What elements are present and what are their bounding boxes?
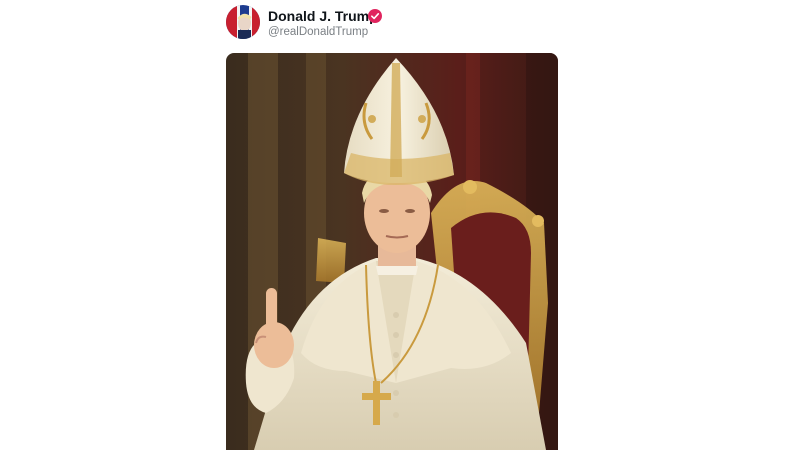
post-image[interactable] bbox=[226, 53, 558, 450]
author-handle[interactable]: @realDonaldTrump bbox=[268, 26, 368, 38]
portrait-image bbox=[226, 53, 558, 450]
author-name[interactable]: Donald J. Trump bbox=[268, 8, 378, 24]
avatar[interactable] bbox=[226, 5, 260, 39]
verified-badge-icon bbox=[368, 9, 382, 23]
avatar-image bbox=[226, 5, 260, 39]
post: Donald J. Trump @realDonaldTrump bbox=[0, 0, 800, 450]
